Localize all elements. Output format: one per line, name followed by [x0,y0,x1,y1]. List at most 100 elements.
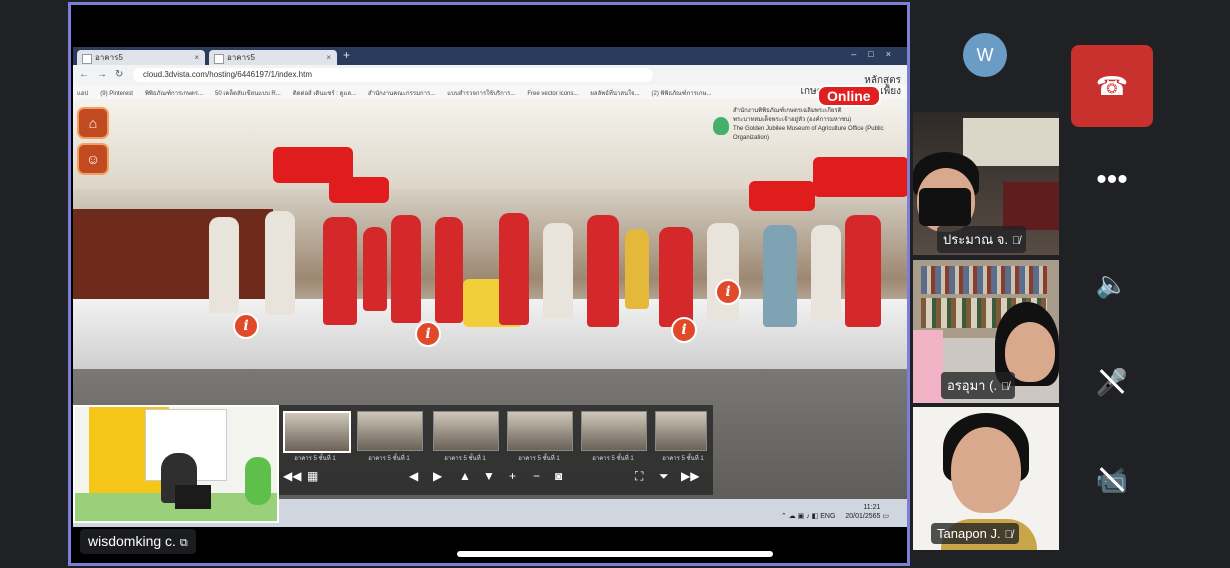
zoom-out-icon[interactable]: − [533,469,540,483]
bookmark-item[interactable]: แบบสำรวจการใช้บริการ... [447,88,515,98]
thumbnail-label: อาคาร 5 ชั้นที่ 1 [518,456,560,462]
tray-date: 20/01/2565 [845,513,881,520]
browser-tab[interactable]: อาคาร5 × [77,50,205,65]
bookmark-item[interactable]: แอป [77,88,88,98]
browser-tab-bar: อาคาร5 × อาคาร5 × + –□× [73,47,907,65]
online-badge: Online [817,85,881,107]
zoom-in-icon[interactable]: + [509,469,516,483]
mannequin-figure [587,215,619,327]
tray-clock[interactable]: 11:21 20/01/2565 [845,503,880,521]
presenter-name-chip: wisdomking c. ⧉ [80,529,196,554]
panorama-thumbnail[interactable] [581,411,647,451]
bookmarks-bar: แอป (9) Pinterest พิพิธภัณฑ์การเกษตร... 50 … [73,85,907,99]
mannequin-figure [845,215,881,327]
thumbnail-label: อาคาร 5 ชั้นที่ 1 [294,456,336,462]
red-umbrella [329,177,389,203]
bookmark-item[interactable]: พิพิธภัณฑ์การเกษตร... [145,88,203,98]
grid-view-icon[interactable]: ▦ [307,469,318,483]
end-call-button[interactable]: ☎ [1071,45,1153,127]
tour-thumbnail-panel: อาคาร 5 ชั้นที่ 1 อาคาร 5 ชั้นที่ 1 อาคา… [279,405,713,495]
bookmark-item[interactable]: ติดต่อส์ เดินแชร์ : ดูแล... [293,88,356,98]
pan-left-icon[interactable]: ◀ [409,469,418,483]
participant-name-chip: Tanapon J. 🎙̸ [931,523,1019,544]
close-tab-icon[interactable]: × [326,50,331,65]
bookmark-item[interactable]: (9) Pinterest [100,91,133,97]
red-umbrella [749,181,815,211]
home-button[interactable]: ⌂ [77,107,109,139]
mic-off-icon: 🎙̸ [1004,529,1013,541]
profile-button[interactable]: ☺ [77,143,109,175]
participant-name-chip: ประมาณ จ. 🎙̸ [937,226,1027,253]
screen-share-icon: ⧉ [179,537,188,549]
mute-button[interactable]: 🎤 [1090,360,1134,404]
mannequin-figure [209,217,239,313]
pink-object [913,330,943,403]
hide-panel-icon[interactable]: ⏷ [659,469,669,484]
bookmark-item[interactable]: ผลลัพธ์ที่น่าสนใจ... [590,88,639,98]
mannequin-figure [625,229,649,309]
window-controls-icon[interactable]: –□× [851,49,903,59]
green-mascot [245,457,271,505]
books [921,266,1047,294]
speaker-bluetooth-icon: 🔈 [1095,269,1129,299]
close-tab-icon[interactable]: × [194,50,199,65]
fast-forward-icon[interactable]: ▶▶ [681,469,699,483]
more-options-button[interactable]: ••• [1090,162,1134,206]
background-shelf [1003,182,1059,230]
pan-right-icon[interactable]: ▶ [433,469,442,483]
ios-home-indicator[interactable] [457,551,773,557]
mic-off-icon: 🎙̸ [1012,235,1021,247]
tray-icons[interactable]: ⌃ ☁ ▣ ♪ ◧ [781,513,820,520]
mannequin-figure [435,217,463,323]
fullscreen-icon[interactable]: ⛶ [635,469,643,484]
vr-headset-icon[interactable]: ◙ [555,469,562,483]
background-shelf [963,118,1059,166]
camera-toggle-button[interactable]: 📹 [1090,458,1134,502]
info-hotspot-icon[interactable]: i [233,313,259,339]
screen-share-tile[interactable]: อาคาร5 × อาคาร5 × + –□× ←→↻ cloud.3dvist… [68,2,910,566]
participant-name: Tanapon J. [937,526,1001,541]
notification-icon[interactable]: ▭ [882,513,889,520]
panorama-thumbnail[interactable] [507,411,573,451]
address-bar: ←→↻ cloud.3dvista.com/hosting/6446197/1/… [73,65,907,85]
participant-tile[interactable]: Tanapon J. 🎙̸ [913,407,1059,550]
home-icon: ⌂ [88,115,98,131]
face-mask [919,188,971,226]
pan-down-icon[interactable]: ▼ [483,469,495,483]
user-icon: ☺ [85,151,101,167]
panorama-thumbnail[interactable] [283,411,351,453]
new-tab-icon[interactable]: + [343,48,350,62]
rewind-icon[interactable]: ◀◀ [283,469,301,483]
participant-tile[interactable]: อรอุมา (. 🎙̸ [913,260,1059,403]
info-hotspot-icon[interactable]: i [715,279,741,305]
pan-up-icon[interactable]: ▲ [459,469,471,483]
bookmark-item[interactable]: (2) พิพิธภัณฑ์การเกษ... [652,88,712,98]
bookmark-item[interactable]: สำนักงานคณะกรรมการ... [368,88,435,98]
museum-name-line: สำนักงานพิพิธภัณฑ์เกษตรเฉลิมพระเกียรติ [733,108,842,114]
info-hotspot-icon[interactable]: i [415,321,441,347]
browser-tab-label: อาคาร5 [227,53,255,62]
participant-name-chip: อรอุมา (. 🎙̸ [941,372,1016,399]
browser-tab[interactable]: อาคาร5 × [209,50,337,65]
participant-tile[interactable]: ประมาณ จ. 🎙̸ [913,112,1059,255]
system-tray: ⌃ ☁ ▣ ♪ ◧ ENG 11:21 20/01/2565 ▭ [781,503,889,521]
bookmark-item[interactable]: 50 เคล็ดลับเขียนแบบ R... [215,88,281,98]
thumbnail-label: อาคาร 5 ชั้นที่ 1 [592,456,634,462]
bookmark-item[interactable]: Free vector icons... [527,91,578,97]
url-field[interactable]: cloud.3dvista.com/hosting/6446197/1/inde… [133,68,653,82]
phone-hangup-icon: ☎ [1095,71,1129,101]
panorama-thumbnail[interactable] [655,411,707,451]
navigation-arrows-icon[interactable]: ←→↻ [79,69,131,80]
mannequin-figure [543,223,573,319]
mannequin-figure [659,227,693,327]
panorama-thumbnail[interactable] [357,411,423,451]
museum-name: สำนักงานพิพิธภัณฑ์เกษตรเฉลิมพระเกียรติ พ… [733,107,903,143]
mannequin-figure [323,217,357,325]
input-language[interactable]: ENG [820,513,835,520]
speaker-button[interactable]: 🔈 [1090,262,1134,306]
mannequin-figure [811,225,841,321]
participant-avatar[interactable]: W [963,33,1007,77]
panorama-thumbnail[interactable] [433,411,499,451]
participant-name: อรอุมา (. [947,378,998,393]
info-hotspot-icon[interactable]: i [671,317,697,343]
